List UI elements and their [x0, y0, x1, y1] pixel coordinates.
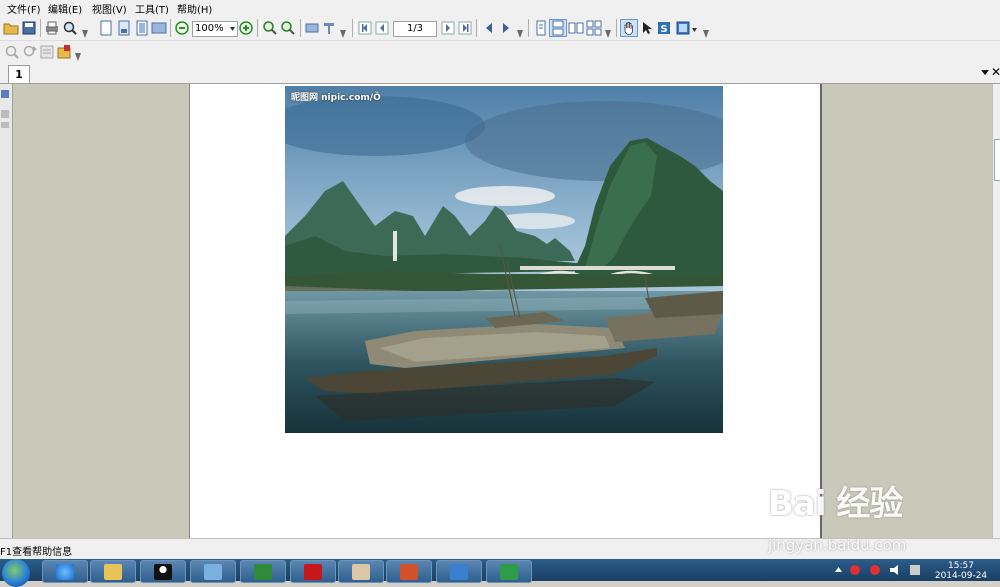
scrollbar-thumb[interactable] [994, 139, 1000, 181]
menu-tools[interactable]: 工具(T) [135, 1, 169, 16]
document-tab-bar: 1 ✕ [0, 63, 1000, 84]
landscape-photo: 昵图网 nipic.com/Ö [285, 86, 723, 433]
clock-date: 2014-09-24 [934, 571, 988, 581]
open-folder-icon[interactable] [3, 20, 19, 36]
taskbar-excel[interactable] [240, 560, 286, 583]
close-icon[interactable]: ✕ [991, 66, 1000, 78]
save-icon[interactable] [21, 20, 37, 36]
fit-width-icon[interactable] [116, 20, 132, 36]
last-page-icon[interactable] [457, 20, 473, 36]
tray-qq2-icon[interactable] [870, 565, 880, 575]
taskbar-qq[interactable] [140, 560, 186, 583]
full-screen-icon[interactable] [151, 20, 167, 36]
facing-pages-icon[interactable] [568, 20, 584, 36]
taskbar-explorer[interactable] [90, 560, 136, 583]
viewer-app-icon [500, 564, 518, 580]
document-icon [352, 564, 370, 580]
menu-edit[interactable]: 编辑(E) [48, 1, 82, 16]
status-text: F1查看帮助信息 [0, 547, 73, 558]
zoom-select[interactable]: 100% [192, 21, 238, 37]
tab-page-1[interactable]: 1 [8, 65, 30, 83]
network-icon[interactable] [910, 565, 920, 575]
forward-icon[interactable] [498, 20, 514, 36]
baidu-jingyan-logo: Bai 经验 [768, 484, 903, 524]
prev-page-icon[interactable] [374, 20, 390, 36]
taskbar-ie[interactable] [42, 560, 88, 583]
first-page-icon[interactable] [357, 20, 373, 36]
taskbar-powerpoint[interactable] [386, 560, 432, 583]
bookmark-icon[interactable] [56, 44, 72, 60]
annotate-icon[interactable] [675, 20, 691, 36]
menu-help[interactable]: 帮助(H) [177, 1, 212, 16]
tray-expand-icon[interactable] [835, 567, 842, 572]
menu-file[interactable]: 文件(F) [7, 1, 41, 16]
single-page-view-icon[interactable] [533, 20, 549, 36]
main-toolbar: 100% 1/3 S [0, 16, 1000, 41]
zoom-out-icon[interactable] [174, 20, 190, 36]
volume-icon[interactable] [890, 565, 898, 575]
photo-watermark: 昵图网 nipic.com/Ö [291, 93, 381, 103]
taskbar-viewer[interactable] [486, 560, 532, 583]
zoom-value: 100% [195, 23, 224, 34]
tray-qq-icon[interactable] [850, 565, 860, 575]
continuous-facing-icon[interactable] [586, 20, 602, 36]
system-clock[interactable]: 15:57 2014-09-24 [928, 561, 994, 581]
find-icon[interactable] [4, 44, 20, 60]
next-page-icon[interactable] [440, 20, 456, 36]
print-icon[interactable] [44, 20, 60, 36]
rotate-icon[interactable] [321, 20, 337, 36]
secondary-toolbar [0, 41, 1000, 63]
powerpoint-icon [400, 564, 418, 580]
clock-time: 15:57 [948, 561, 974, 571]
taskbar: 15:57 2014-09-24 [0, 559, 1000, 587]
chevron-down-icon [230, 27, 235, 31]
properties-icon[interactable] [39, 44, 55, 60]
checkmark-app-icon [450, 564, 468, 580]
side-panel-toggle[interactable] [0, 84, 13, 538]
taskbar-control-panel[interactable] [190, 560, 236, 583]
control-panel-icon [204, 564, 222, 580]
back-icon[interactable] [481, 20, 497, 36]
pdf-icon [304, 564, 322, 580]
actual-size-icon[interactable] [304, 20, 320, 36]
thumbnails-icon [1, 90, 9, 128]
find-next-icon[interactable] [22, 44, 38, 60]
taskbar-document[interactable] [338, 560, 384, 583]
annotate-dropdown-icon[interactable] [692, 28, 697, 32]
excel-icon [254, 564, 272, 580]
start-button[interactable] [2, 559, 30, 587]
vertical-scrollbar[interactable] [992, 84, 1000, 538]
menu-bar: 文件(F) 编辑(E) 视图(V) 工具(T) 帮助(H) [0, 0, 1000, 16]
fit-page-icon[interactable] [134, 20, 150, 36]
watermark-url: jingyan.baidu.com [768, 536, 907, 554]
svg-text:S: S [660, 24, 667, 35]
zoom-in-icon[interactable] [238, 20, 254, 36]
taskbar-acrobat[interactable] [290, 560, 336, 583]
single-page-icon[interactable] [98, 20, 114, 36]
menu-view[interactable]: 视图(V) [92, 1, 127, 16]
continuous-view-icon[interactable] [549, 19, 567, 37]
page-number-input[interactable]: 1/3 [393, 21, 437, 37]
magnify-minus-icon[interactable] [280, 20, 296, 36]
folder-icon [104, 564, 122, 580]
taskbar-checkmark-app[interactable] [436, 560, 482, 583]
magnify-plus-icon[interactable] [262, 20, 278, 36]
select-arrow-icon[interactable] [639, 20, 655, 36]
snapshot-icon[interactable]: S [656, 20, 672, 36]
hand-tool-icon[interactable] [620, 19, 638, 37]
browser-icon [56, 564, 74, 580]
print-preview-icon[interactable] [62, 20, 78, 36]
qq-penguin-icon [154, 564, 172, 580]
tab-list-dropdown-icon[interactable] [981, 70, 989, 75]
